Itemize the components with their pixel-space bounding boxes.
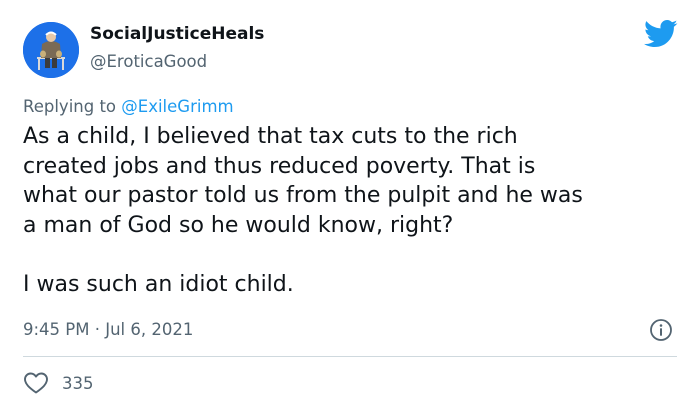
divider — [23, 356, 677, 357]
like-count: 335 — [62, 373, 94, 393]
tweet-timestamp-link[interactable]: 9:45 PM · Jul 6, 2021 — [23, 320, 193, 339]
like-button[interactable]: 335 — [23, 370, 94, 396]
reply-context: Replying to @ExileGrimm — [23, 97, 234, 116]
author-handle[interactable]: @EroticaGood — [90, 52, 207, 71]
tweet-text-line: created jobs and thus reduced poverty. T… — [23, 153, 536, 179]
reply-to-handle-link[interactable]: @ExileGrimm — [121, 97, 233, 116]
tweet-text-line: As a child, I believed that tax cuts to … — [23, 124, 518, 149]
tweet-text: As a child, I believed that tax cuts to … — [23, 122, 688, 299]
info-icon[interactable] — [649, 318, 673, 342]
reply-prefix: Replying to — [23, 97, 117, 116]
avatar[interactable] — [23, 22, 79, 78]
heart-icon — [24, 372, 48, 394]
tweet-text-line: a man of God so he would know, right? — [23, 212, 454, 238]
tweet-text-line: I was such an idiot child. — [23, 271, 294, 297]
avatar-figure-icon — [23, 22, 79, 78]
author-display-name[interactable]: SocialJusticeHeals — [90, 24, 264, 44]
twitter-bird-icon[interactable] — [644, 19, 678, 49]
tweet-text-line: what our pastor told us from the pulpit … — [23, 183, 583, 208]
